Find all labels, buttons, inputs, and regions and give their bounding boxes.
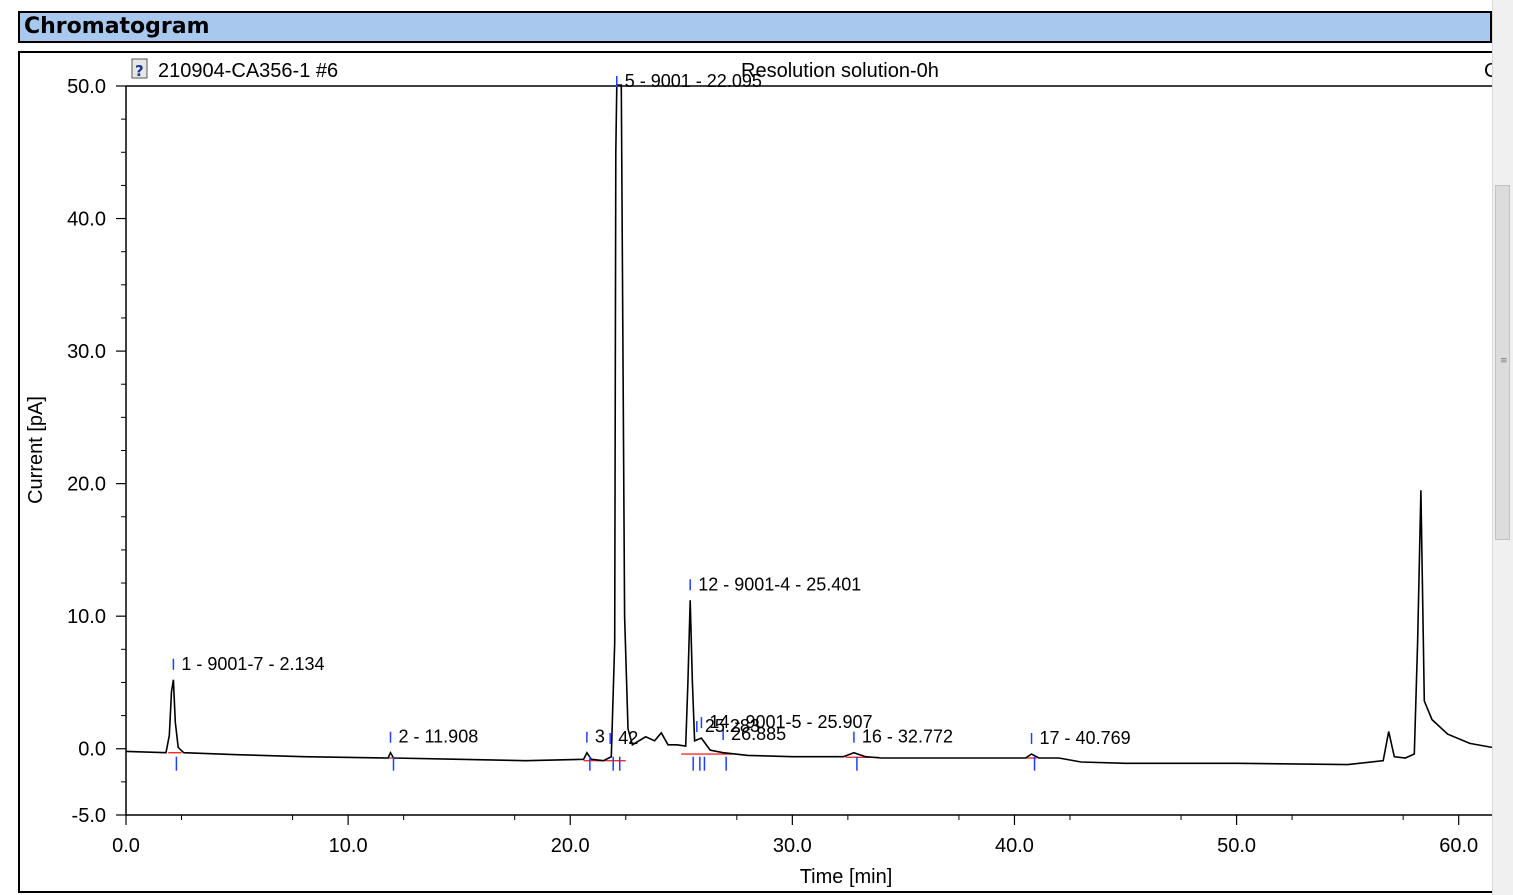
x-tick-label: 40.0 xyxy=(995,835,1034,857)
peak-label: 1 - 9001-7 - 2.134 xyxy=(181,654,324,674)
sample-id: 210904-CA356-1 #6 xyxy=(158,60,338,82)
peak-label: 12 - 9001-4 - 25.401 xyxy=(698,574,861,594)
x-tick-label: 30.0 xyxy=(773,835,812,857)
x-tick-label: 60.0 xyxy=(1439,835,1478,857)
peak-label: 2 - 11.908 xyxy=(398,727,478,747)
peak-label: 42 xyxy=(618,728,638,748)
sample-status-icon-glyph: ? xyxy=(135,62,144,80)
y-axis-label: Current [pA] xyxy=(25,396,47,504)
chromatogram-trace xyxy=(125,84,1492,766)
peak-annotations: 1 - 9001-7 - 2.134 2 - 11.908 3 42 5 - 9001 … xyxy=(181,71,1130,748)
vertical-scrollbar[interactable]: ≡ xyxy=(1492,0,1513,895)
x-tick-label: 50.0 xyxy=(1217,835,1256,857)
chromatogram-chart: ? 210904-CA356-1 #6 Resolution solution-… xyxy=(25,58,1492,888)
x-tick-label: 0.0 xyxy=(112,835,140,857)
y-tick-label: 40.0 xyxy=(67,209,106,231)
y-tick-label: 20.0 xyxy=(67,474,106,496)
y-tick-label: 10.0 xyxy=(67,606,106,628)
y-tick-label: 30.0 xyxy=(67,341,106,363)
peak-label: 5 - 9001 - 22.095 xyxy=(625,71,762,91)
plot-area xyxy=(125,85,1492,816)
x-axis-label: Time [min] xyxy=(800,866,893,888)
peak-label: 3 xyxy=(595,727,605,747)
peak-label: 16 - 32.772 xyxy=(862,727,953,747)
scrollbar-thumb[interactable]: ≡ xyxy=(1495,185,1510,540)
peak-label: 26.885 xyxy=(731,724,786,744)
y-tick-label: -5.0 xyxy=(72,805,106,827)
x-tick-label: 10.0 xyxy=(329,835,368,857)
header-right-truncated: C xyxy=(1484,60,1492,82)
peak-label: 17 - 40.769 xyxy=(1040,728,1131,748)
sample-name: Resolution solution-0h xyxy=(741,60,939,82)
y-tick-label: 50.0 xyxy=(67,76,106,98)
scrollbar-grip-icon: ≡ xyxy=(1500,356,1508,366)
y-tick-label: 0.0 xyxy=(78,739,106,761)
x-tick-label: 20.0 xyxy=(551,835,590,857)
